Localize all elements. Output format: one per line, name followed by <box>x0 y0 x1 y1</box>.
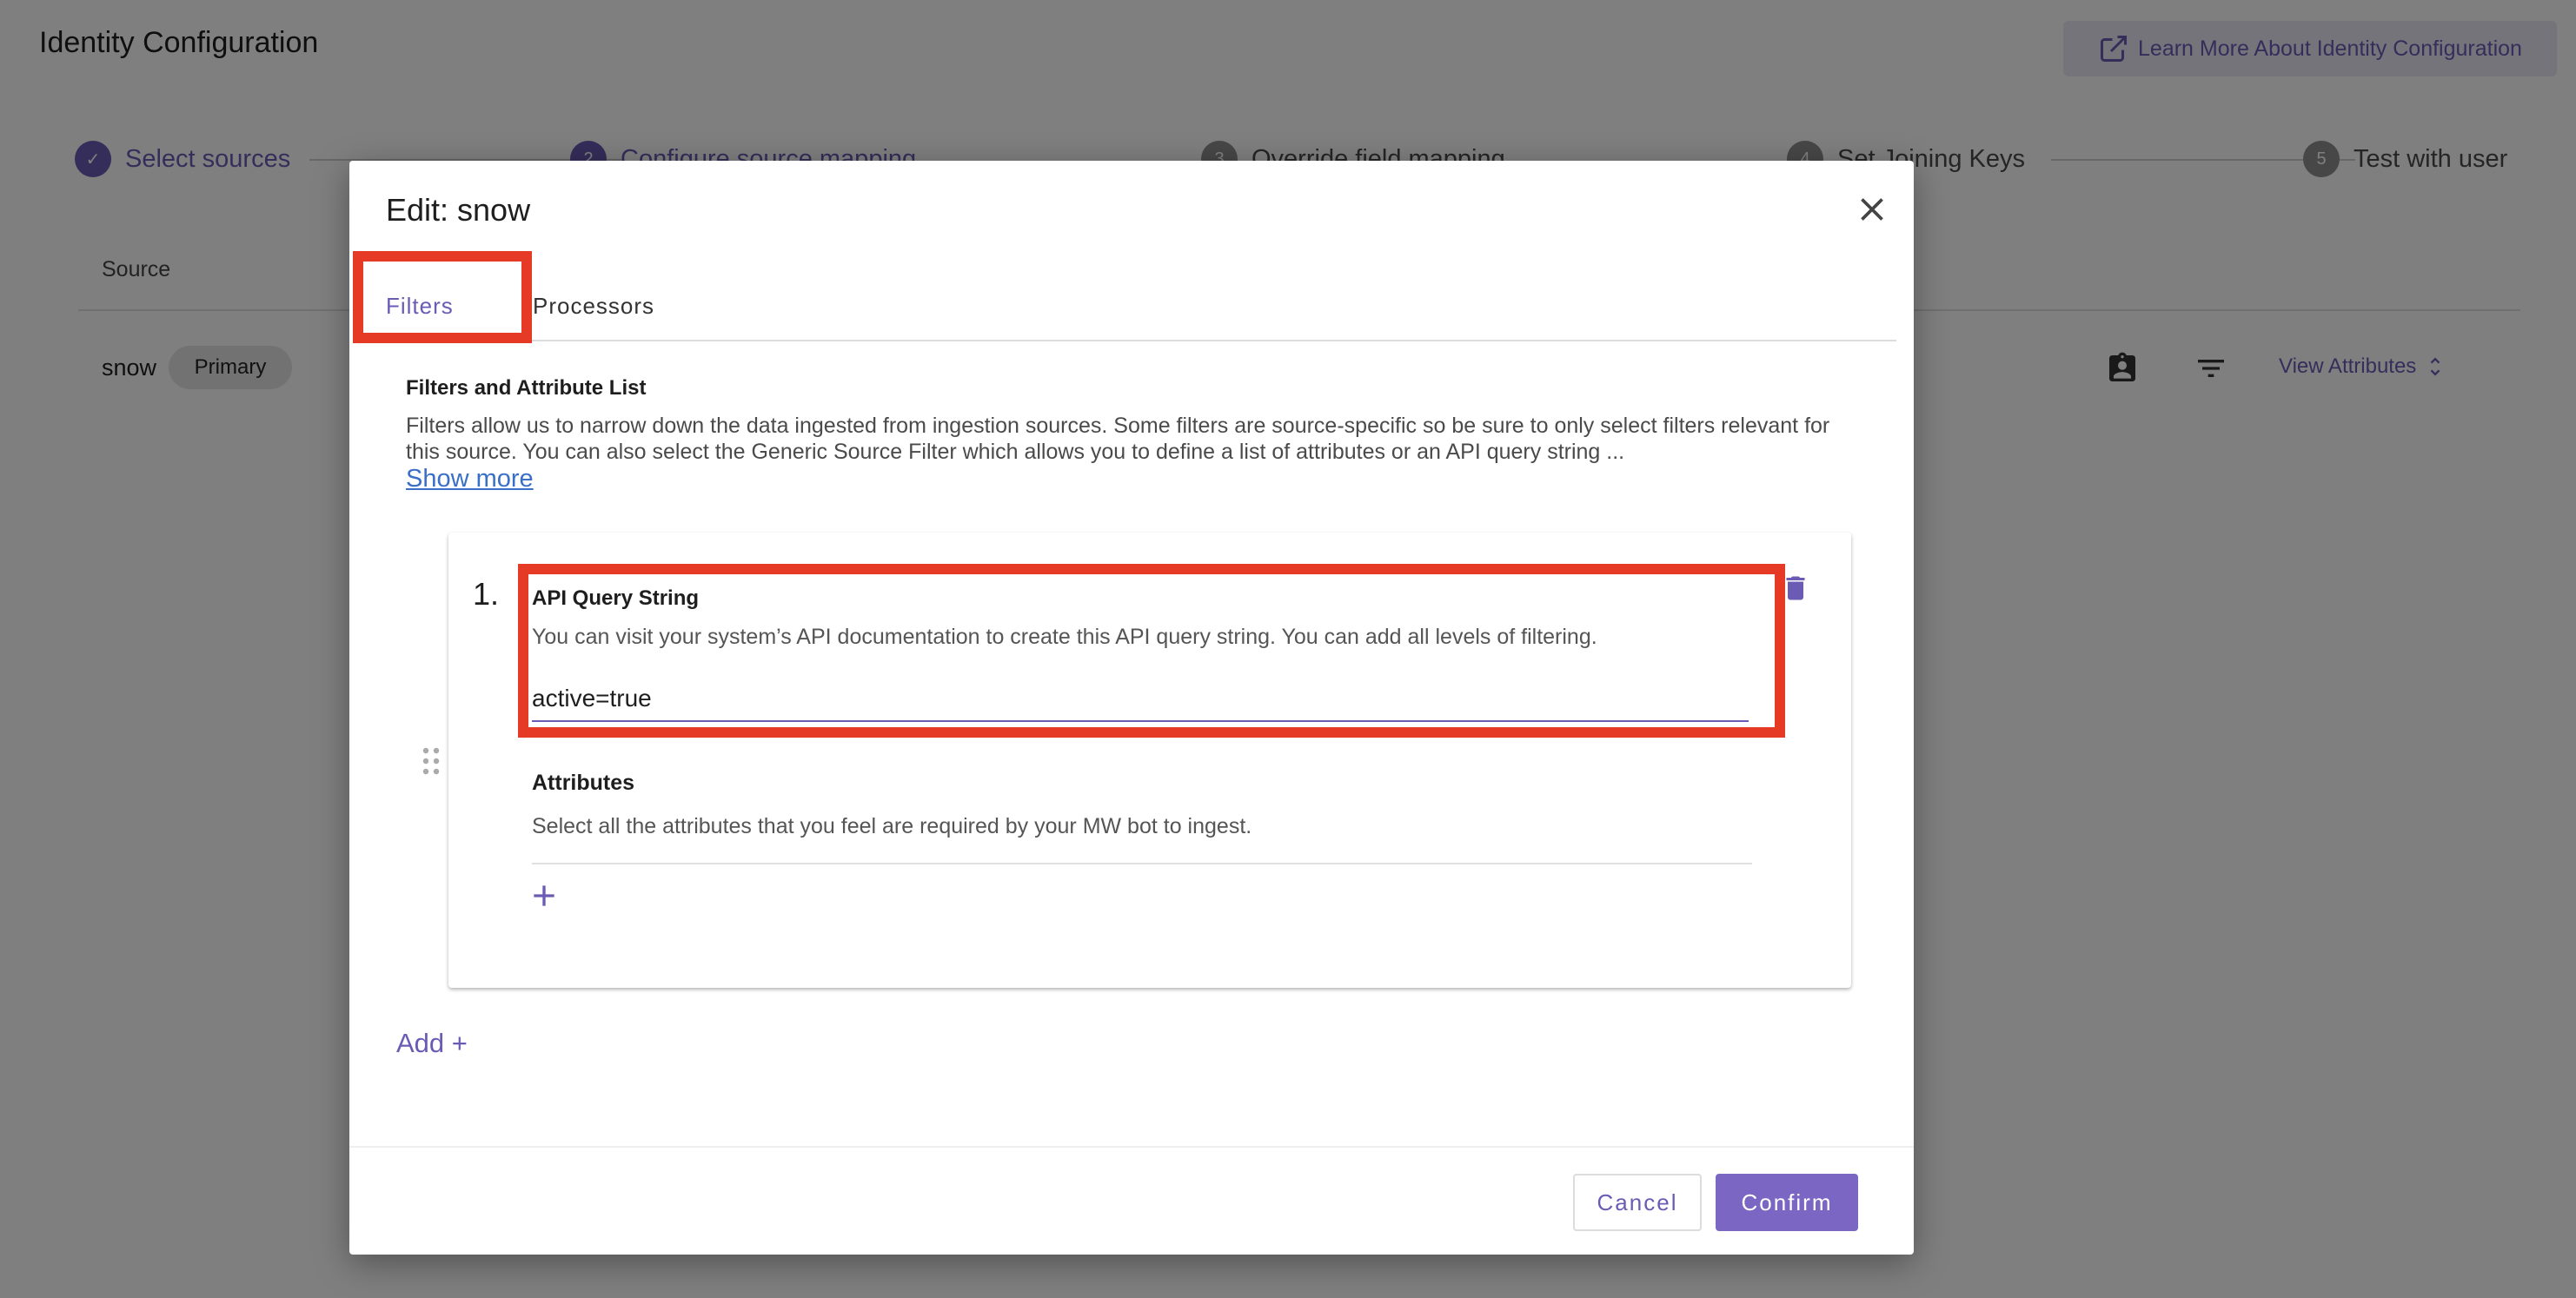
dialog-title: Edit: snow <box>386 192 531 228</box>
edit-source-dialog: Edit: snow Filters Processors Filters an… <box>349 161 1914 1255</box>
attributes-description: Select all the attributes that you feel … <box>532 814 1252 838</box>
attributes-title: Attributes <box>532 771 635 795</box>
show-more-link[interactable]: Show more <box>406 465 534 493</box>
filter-item-number: 1. <box>473 576 500 612</box>
section-description: Filters allow us to narrow down the data… <box>406 414 1830 464</box>
cancel-button[interactable]: Cancel <box>1573 1174 1702 1231</box>
confirm-button[interactable]: Confirm <box>1716 1174 1858 1231</box>
tab-processors[interactable]: Processors <box>533 293 654 320</box>
plus-icon[interactable] <box>527 878 561 913</box>
add-filter-button[interactable]: Add + <box>396 1028 468 1059</box>
highlight-box-api-query <box>518 564 1785 738</box>
highlight-box-filters-tab <box>353 251 532 343</box>
drag-handle-icon[interactable] <box>421 745 442 777</box>
divider <box>532 863 1752 864</box>
dialog-footer-divider <box>349 1146 1914 1148</box>
close-icon[interactable] <box>1853 190 1891 228</box>
trash-icon[interactable] <box>1780 571 1811 606</box>
section-title: Filters and Attribute List <box>406 376 647 400</box>
